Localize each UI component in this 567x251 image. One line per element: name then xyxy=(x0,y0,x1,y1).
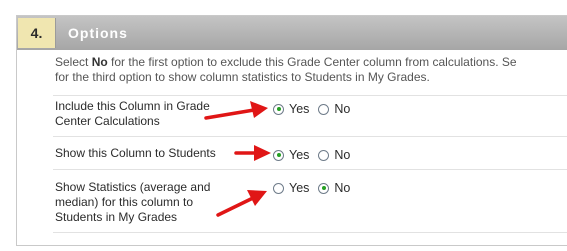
radio-yes-label[interactable]: Yes xyxy=(289,180,309,196)
radio-group-include-in-calculations: Yes No xyxy=(273,101,359,117)
instructions-line-1-pre: Select xyxy=(55,55,92,69)
radio-group-show-to-students: Yes No xyxy=(273,147,359,163)
instructions-text: Select No for the first option to exclud… xyxy=(55,55,567,85)
radio-yes-label[interactable]: Yes xyxy=(289,147,309,163)
option-label-show-statistics: Show Statistics (average and median) for… xyxy=(55,180,211,224)
instructions-line-2: for the third option to show column stat… xyxy=(55,70,430,84)
option-row-include-in-calculations: Include this Column in Grade Center Calc… xyxy=(53,95,567,137)
option-row-show-to-students: Show this Column to Students Yes No xyxy=(53,136,567,170)
section-title: Options xyxy=(68,25,128,41)
radio-no-include-in-calculations[interactable] xyxy=(318,103,330,115)
radio-yes-show-statistics[interactable] xyxy=(273,182,284,194)
instructions-line-1-post: for the first option to exclude this Gra… xyxy=(107,55,517,69)
step-number: 4. xyxy=(18,18,56,48)
radio-no-label[interactable]: No xyxy=(334,147,350,163)
options-screenshot: 4. Options Select No for the first optio… xyxy=(0,0,567,251)
options-panel: 4. Options Select No for the first optio… xyxy=(16,15,567,246)
section-header: 4. Options xyxy=(17,16,567,50)
instructions-line-1: Select No for the first option to exclud… xyxy=(55,55,567,70)
radio-no-label[interactable]: No xyxy=(334,101,350,117)
radio-yes-label[interactable]: Yes xyxy=(289,101,309,117)
radio-no-label[interactable]: No xyxy=(334,180,350,196)
radio-no-show-statistics[interactable] xyxy=(318,182,330,194)
radio-yes-show-to-students[interactable] xyxy=(273,149,284,161)
instructions-no-emphasis: No xyxy=(91,55,108,69)
radio-group-show-statistics: Yes No xyxy=(273,180,359,196)
option-label-include-in-calculations: Include this Column in Grade Center Calc… xyxy=(55,99,210,128)
option-label-show-to-students: Show this Column to Students xyxy=(55,146,216,160)
radio-no-show-to-students[interactable] xyxy=(318,149,330,161)
option-row-show-statistics: Show Statistics (average and median) for… xyxy=(53,169,567,233)
radio-yes-include-in-calculations[interactable] xyxy=(273,103,284,115)
